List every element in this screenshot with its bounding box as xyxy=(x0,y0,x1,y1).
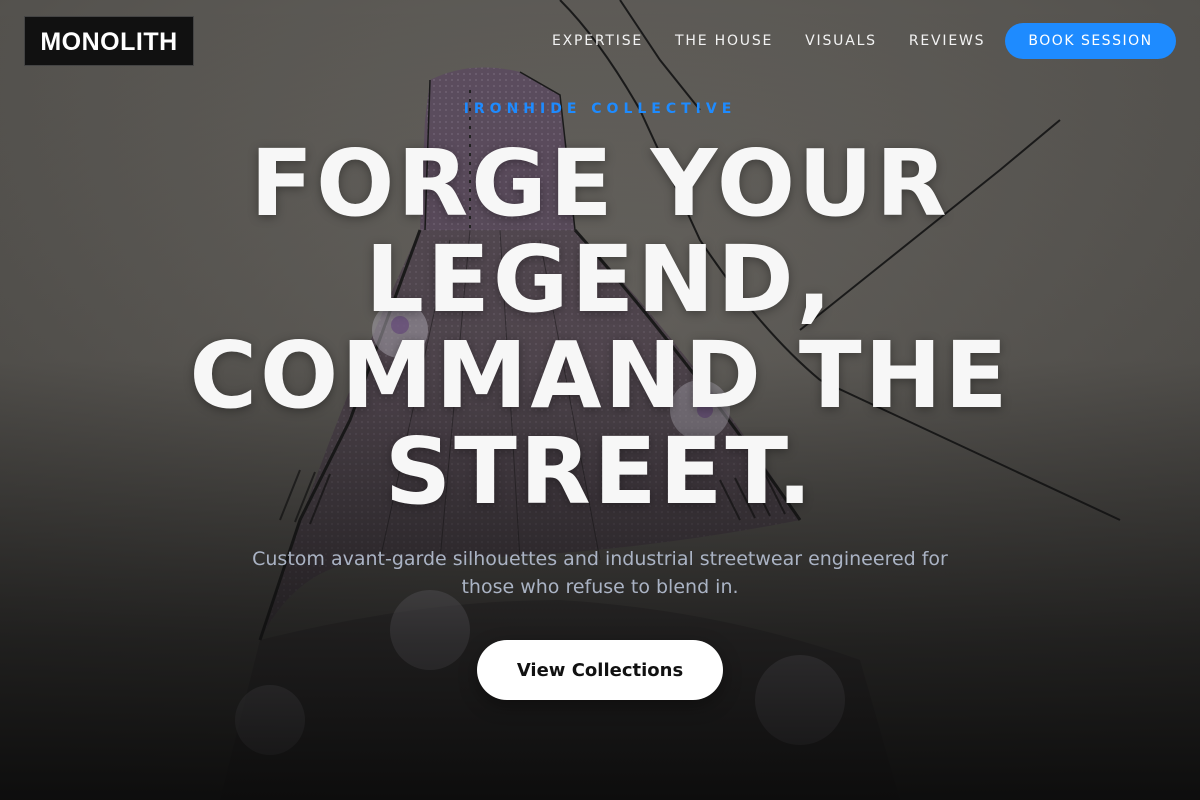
nav-link-expertise[interactable]: EXPERTISE xyxy=(552,32,643,50)
hero-subtext: Custom avant-garde silhouettes and indus… xyxy=(252,548,948,598)
nav-link-the-house[interactable]: THE HOUSE xyxy=(675,32,773,50)
nav-link-visuals[interactable]: VISUALS xyxy=(805,32,877,50)
hero-eyebrow: IRONHIDE COLLECTIVE xyxy=(463,101,737,117)
navbar: MONOLITH EXPERTISE THE HOUSE VISUALS REV… xyxy=(0,0,1200,82)
brand-logo[interactable]: MONOLITH xyxy=(24,16,194,66)
hero-section: MONOLITH EXPERTISE THE HOUSE VISUALS REV… xyxy=(0,0,1200,800)
nav-links: EXPERTISE THE HOUSE VISUALS REVIEWS xyxy=(552,32,1017,50)
view-collections-button[interactable]: View Collections xyxy=(477,640,723,700)
nav-link-reviews[interactable]: REVIEWS xyxy=(909,32,985,50)
hero-headline: FORGE YOUR LEGEND, COMMAND THE STREET. xyxy=(189,130,1011,525)
book-session-button[interactable]: BOOK SESSION xyxy=(1005,23,1176,59)
